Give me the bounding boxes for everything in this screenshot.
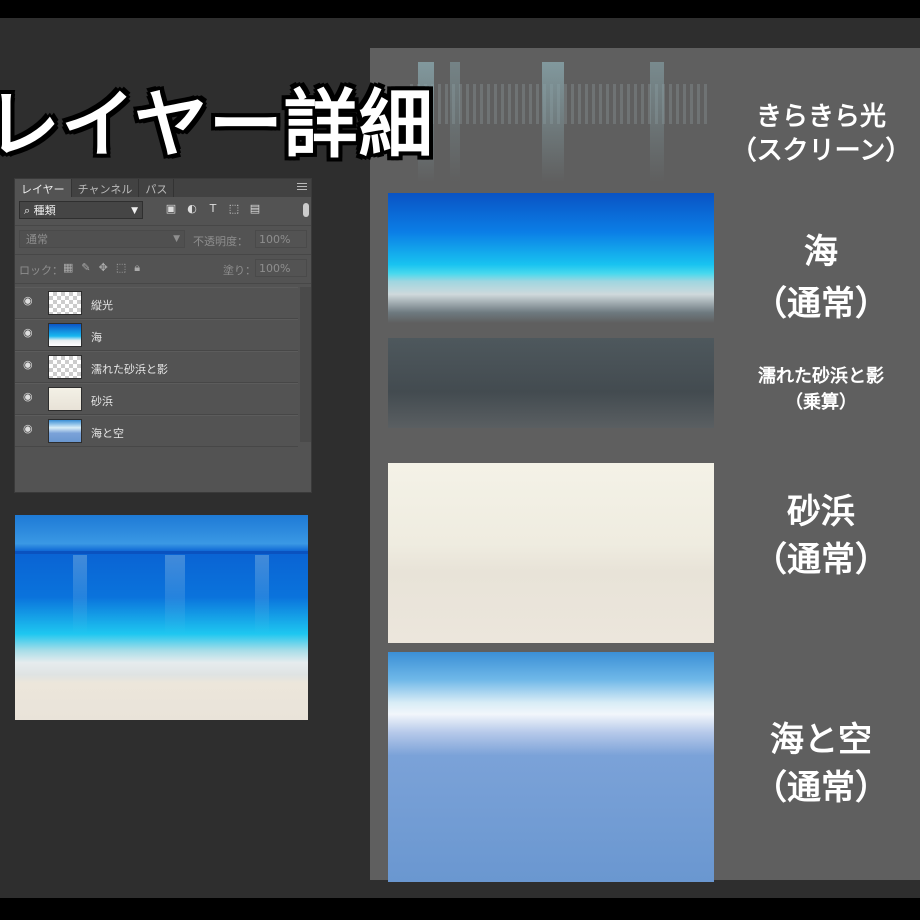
tab-paths[interactable]: パス xyxy=(139,179,175,197)
layer-row[interactable]: ◉ 砂浜 xyxy=(15,383,298,415)
lock-move-icon[interactable]: ✥ xyxy=(99,261,108,275)
eye-icon[interactable]: ◉ xyxy=(23,327,37,338)
layers-panel: レイヤー チャンネル パス ⌕ 種類 ▼ ▣ ◐ T ⬚ ▤ 通常 ▼ 不透明度… xyxy=(14,178,312,493)
eye-icon[interactable]: ◉ xyxy=(23,391,37,402)
lock-artboard-icon[interactable]: ⬚ xyxy=(116,261,126,275)
light-streak xyxy=(255,555,269,635)
panel-tabs: レイヤー チャンネル パス xyxy=(15,179,311,197)
light-streak xyxy=(542,62,564,182)
layer-detail-panel: きらきら光 （スクリーン） 海 （通常） 濡れた砂浜と影 （乗算） 砂浜 （通常… xyxy=(370,48,920,882)
horizon-line xyxy=(15,551,308,554)
sand-label: 砂浜 （通常） xyxy=(722,488,920,584)
blend-mode-select[interactable]: 通常 ▼ xyxy=(19,230,185,248)
composite-preview xyxy=(15,515,308,720)
filter-icons: ▣ ◐ T ⬚ ▤ xyxy=(165,203,261,215)
eye-icon[interactable]: ◉ xyxy=(23,423,37,434)
blend-mode-value: 通常 xyxy=(26,233,48,246)
layer-thumbnail xyxy=(48,323,82,347)
opacity-field[interactable]: 100% xyxy=(255,230,307,248)
layer-thumbnail xyxy=(48,291,82,315)
type-filter-icon[interactable]: T xyxy=(207,203,219,215)
search-icon: ⌕ xyxy=(24,204,34,217)
fill-field[interactable]: 100% xyxy=(255,259,307,277)
lock-icons: ▦ ✎ ✥ ⬚ 🔒︎ xyxy=(63,261,140,275)
lock-paint-icon[interactable]: ✎ xyxy=(81,261,90,275)
light-streak xyxy=(73,555,87,635)
eye-icon[interactable]: ◉ xyxy=(23,359,37,370)
layer-name: 海と空 xyxy=(770,720,872,760)
blend-mode: （通常） xyxy=(753,284,889,324)
sea-sky-label: 海と空 （通常） xyxy=(722,716,920,812)
lock-label: ロック： xyxy=(19,264,63,277)
blend-row: 通常 ▼ 不透明度： 100% xyxy=(15,226,311,255)
blend-mode: （乗算） xyxy=(785,392,857,413)
tab-layers[interactable]: レイヤー xyxy=(15,179,72,197)
layer-name: 海 xyxy=(91,331,102,344)
blend-mode: （スクリーン） xyxy=(730,136,912,166)
light-streak xyxy=(650,62,664,182)
page-title: レイヤー詳細 xyxy=(0,82,434,168)
filter-toggle[interactable] xyxy=(303,203,309,217)
layers-scrollbar[interactable] xyxy=(300,287,311,442)
sea-sky-preview xyxy=(388,652,714,882)
blend-mode: （通常） xyxy=(753,540,889,580)
sea-preview xyxy=(388,193,714,323)
light-streak xyxy=(450,62,460,182)
wet-sand-preview xyxy=(388,338,714,428)
tab-channels[interactable]: チャンネル xyxy=(72,179,140,197)
filter-row: ⌕ 種類 ▼ ▣ ◐ T ⬚ ▤ xyxy=(15,197,311,226)
eye-icon[interactable]: ◉ xyxy=(23,295,37,306)
kind-filter-value: 種類 xyxy=(33,204,56,217)
layer-thumbnail xyxy=(48,355,82,379)
chevron-down-icon: ▼ xyxy=(173,234,180,244)
layer-name: 縦光 xyxy=(91,299,113,312)
chevron-down-icon: ▼ xyxy=(131,206,138,216)
light-streak xyxy=(165,555,185,635)
lock-row: ロック： ▦ ✎ ✥ ⬚ 🔒︎ 塗り： 100% xyxy=(15,255,311,284)
smart-object-filter-icon[interactable]: ▤ xyxy=(249,203,261,215)
layer-row[interactable]: ◉ 縦光 xyxy=(15,287,298,319)
layers-list: ◉ 縦光 ◉ 海 ◉ 濡れた砂浜と影 ◉ 砂浜 ◉ 海と空 xyxy=(15,287,298,447)
layer-name: きらきら光 xyxy=(755,102,886,132)
sand-preview xyxy=(388,463,714,643)
layer-thumbnail xyxy=(48,419,82,443)
kind-filter-select[interactable]: ⌕ 種類 ▼ xyxy=(19,201,143,219)
layer-name: 海 xyxy=(804,232,838,272)
opacity-label: 不透明度： xyxy=(193,235,248,248)
layer-thumbnail xyxy=(48,387,82,411)
adjustment-filter-icon[interactable]: ◐ xyxy=(186,203,198,215)
canvas: レイヤー詳細 きらきら光 （スクリーン） 海 （通常） 濡れた砂浜と影 （乗算）… xyxy=(0,18,920,898)
layer-row[interactable]: ◉ 海 xyxy=(15,319,298,351)
shape-filter-icon[interactable]: ⬚ xyxy=(228,203,240,215)
fill-label: 塗り： xyxy=(223,264,256,277)
blend-mode: （通常） xyxy=(753,768,889,808)
lock-all-icon[interactable]: 🔒︎ xyxy=(134,261,140,275)
layer-row[interactable]: ◉ 濡れた砂浜と影 xyxy=(15,351,298,383)
layer-name: 濡れた砂浜と影 xyxy=(758,366,884,387)
layer-name: 濡れた砂浜と影 xyxy=(91,363,168,376)
layer-name: 砂浜 xyxy=(91,395,113,408)
lock-transparent-icon[interactable]: ▦ xyxy=(63,261,73,275)
layer-row[interactable]: ◉ 海と空 xyxy=(15,415,298,447)
image-filter-icon[interactable]: ▣ xyxy=(165,203,177,215)
kirakira-label: きらきら光 （スクリーン） xyxy=(722,100,920,168)
sea-label: 海 （通常） xyxy=(722,226,920,330)
wet-sand-label: 濡れた砂浜と影 （乗算） xyxy=(722,364,920,416)
layer-name: 砂浜 xyxy=(787,492,855,532)
layer-name: 海と空 xyxy=(91,427,124,440)
kirakira-preview xyxy=(410,62,710,192)
panel-menu-icon[interactable] xyxy=(297,183,307,191)
